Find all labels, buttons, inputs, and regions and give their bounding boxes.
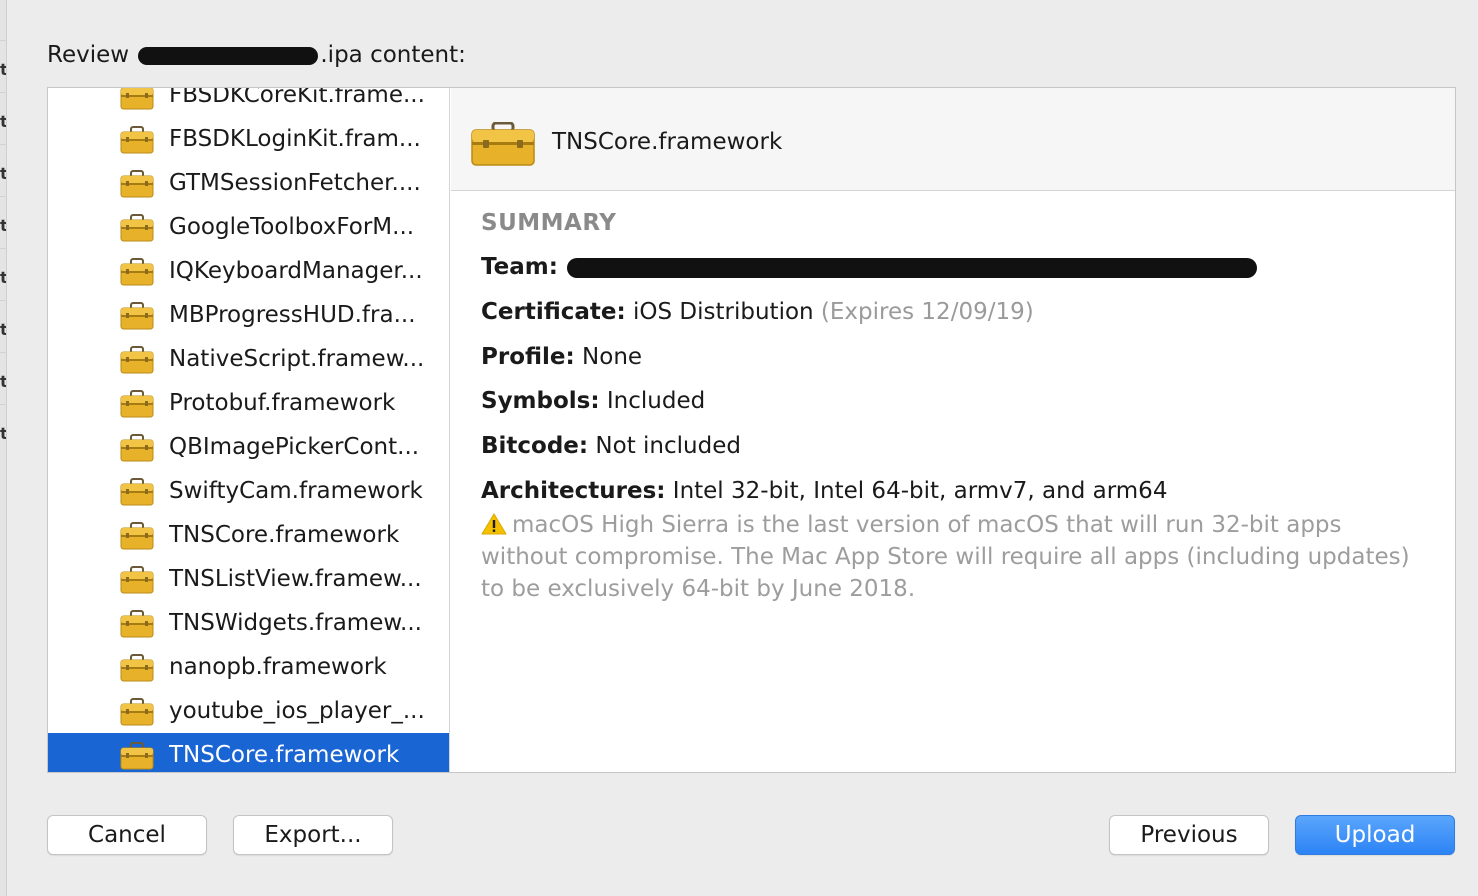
sidebar-item[interactable]: youtube_ios_player_... — [48, 689, 449, 733]
upload-button[interactable]: Upload — [1295, 815, 1455, 855]
sidebar-item[interactable]: IQKeyboardManager... — [48, 249, 449, 293]
sidebar-item-label: SwiftyCam.framework — [169, 478, 423, 504]
sidebar-item-label: nanopb.framework — [169, 654, 387, 680]
sidebar-item-label: FBSDKLoginKit.fram... — [169, 126, 421, 152]
sidebar-item-label: Protobuf.framework — [169, 390, 396, 416]
sidebar-item[interactable]: NativeScript.framew... — [48, 337, 449, 381]
architecture-warning: macOS High Sierra is the last version of… — [481, 509, 1421, 605]
toolbox-icon — [120, 88, 154, 110]
sidebar-item-label: TNSWidgets.framew... — [169, 610, 422, 636]
certificate-key: Certificate: — [481, 299, 626, 325]
sidebar-item[interactable]: GTMSessionFetcher.... — [48, 161, 449, 205]
warning-text: macOS High Sierra is the last version of… — [481, 512, 1410, 602]
sidebar-item[interactable]: TNSCore.framework — [48, 513, 449, 557]
toolbox-icon — [120, 742, 154, 770]
sidebar-item-label: MBProgressHUD.fra... — [169, 302, 416, 328]
redacted-app-name — [138, 46, 319, 65]
sidebar-item-label: TNSCore.framework — [169, 522, 400, 548]
architectures-value: Intel 32-bit, Intel 64-bit, armv7, and a… — [672, 478, 1168, 504]
sidebar-item-label: NativeScript.framew... — [169, 346, 425, 372]
sidebar-item-label: GoogleToolboxForM... — [169, 214, 415, 240]
certificate-expiry: (Expires 12/09/19) — [820, 299, 1034, 325]
team-row: Team: — [481, 251, 1259, 283]
framework-list[interactable]: FBSDKCoreKit.frame... FBSDKLoginKit.fram.… — [48, 88, 450, 772]
dialog-title-suffix: .ipa content: — [320, 42, 466, 68]
symbols-value: Included — [606, 388, 706, 414]
detail-pane: TNSCore.framework SUMMARY Team: Certific… — [451, 88, 1455, 772]
warning-icon — [481, 513, 507, 535]
sidebar-item[interactable]: TNSListView.framew... — [48, 557, 449, 601]
profile-row: Profile: None — [481, 341, 642, 373]
toolbox-icon — [120, 390, 154, 418]
toolbox-icon — [120, 478, 154, 506]
sidebar-item[interactable]: FBSDKCoreKit.frame... — [48, 88, 449, 117]
sidebar-item-label: FBSDKCoreKit.frame... — [169, 88, 425, 108]
detail-title: TNSCore.framework — [552, 129, 783, 155]
toolbox-icon — [120, 126, 154, 154]
dialog-title: Review .ipa content: — [47, 40, 466, 70]
toolbox-icon — [120, 698, 154, 726]
profile-key: Profile: — [481, 344, 575, 370]
sidebar-item-label: IQKeyboardManager... — [169, 258, 423, 284]
sidebar-item-label: TNSCore.framework — [169, 742, 400, 768]
summary-heading: SUMMARY — [481, 210, 617, 236]
sidebar-item-label: QBImagePickerCont... — [169, 434, 420, 460]
toolbox-icon — [120, 170, 154, 198]
sidebar-item[interactable]: SwiftyCam.framework — [48, 469, 449, 513]
detail-header: TNSCore.framework — [451, 88, 1455, 191]
bitcode-row: Bitcode: Not included — [481, 430, 741, 462]
redacted-team-name — [567, 257, 1258, 278]
sidebar-item[interactable]: nanopb.framework — [48, 645, 449, 689]
toolbox-icon — [120, 434, 154, 462]
sidebar-item[interactable]: GoogleToolboxForM... — [48, 205, 449, 249]
content-panel: FBSDKCoreKit.frame... FBSDKLoginKit.fram.… — [47, 87, 1456, 773]
sidebar-item[interactable]: Protobuf.framework — [48, 381, 449, 425]
toolbox-icon — [120, 346, 154, 374]
sidebar-item-label: youtube_ios_player_... — [169, 698, 425, 724]
bitcode-value: Not included — [595, 433, 741, 459]
sidebar-item[interactable]: TNSCore.framework — [48, 733, 449, 772]
sidebar-item[interactable]: FBSDKLoginKit.fram... — [48, 117, 449, 161]
sidebar-item-label: GTMSessionFetcher.... — [169, 170, 421, 196]
architectures-row: Architectures: Intel 32-bit, Intel 64-bi… — [481, 475, 1167, 507]
sidebar-item-label: TNSListView.framew... — [169, 566, 422, 592]
toolbox-icon — [471, 122, 535, 166]
team-key: Team: — [481, 254, 558, 280]
architectures-key: Architectures: — [481, 478, 666, 504]
certificate-value: iOS Distribution — [633, 299, 814, 325]
sidebar-item[interactable]: QBImagePickerCont... — [48, 425, 449, 469]
toolbox-icon — [120, 522, 154, 550]
toolbox-icon — [120, 302, 154, 330]
cancel-button[interactable]: Cancel — [47, 815, 207, 855]
previous-button[interactable]: Previous — [1109, 815, 1269, 855]
symbols-key: Symbols: — [481, 388, 600, 414]
certificate-row: Certificate: iOS Distribution (Expires 1… — [481, 296, 1034, 328]
dialog-title-prefix: Review — [47, 42, 130, 68]
profile-value: None — [582, 344, 643, 370]
toolbox-icon — [120, 654, 154, 682]
toolbox-icon — [120, 258, 154, 286]
export-button[interactable]: Export... — [233, 815, 393, 855]
background-window-edge: t t t t t t t t — [0, 0, 7, 896]
sidebar-item[interactable]: TNSWidgets.framew... — [48, 601, 449, 645]
sidebar-item[interactable]: MBProgressHUD.fra... — [48, 293, 449, 337]
toolbox-icon — [120, 566, 154, 594]
toolbox-icon — [120, 610, 154, 638]
bitcode-key: Bitcode: — [481, 433, 589, 459]
toolbox-icon — [120, 214, 154, 242]
symbols-row: Symbols: Included — [481, 385, 705, 417]
